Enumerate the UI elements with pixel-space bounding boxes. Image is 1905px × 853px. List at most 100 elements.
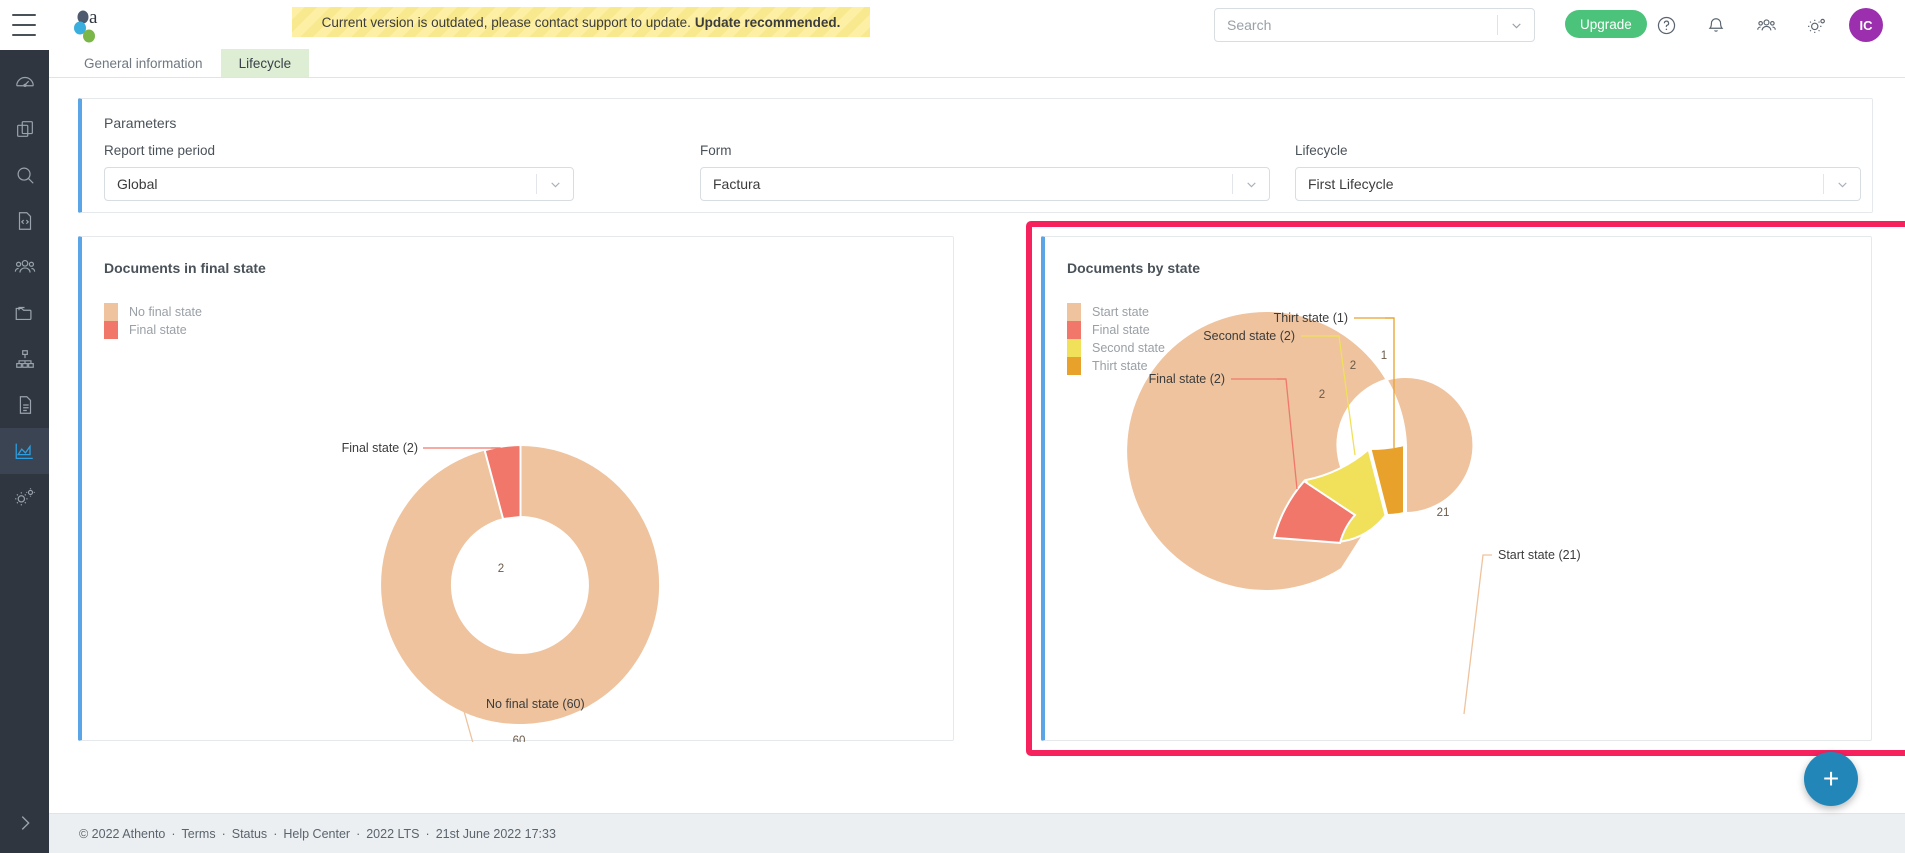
sidebar-item-workflows[interactable]: [0, 336, 49, 382]
search-box[interactable]: [1214, 8, 1535, 42]
sidebar-item-settings[interactable]: [0, 474, 49, 520]
callout-label-thirt-state: Thirt state (1): [1274, 311, 1348, 325]
tab-lifecycle[interactable]: Lifecycle: [221, 49, 310, 77]
sidebar-item-folders[interactable]: [0, 290, 49, 336]
tab-general-information[interactable]: General information: [66, 49, 221, 77]
donut-svg-right: 21 2 2 1 Thirt state (1) Second state (2…: [1045, 237, 1876, 742]
footer-copyright: © 2022 Athento: [79, 827, 165, 841]
parameters-title: Parameters: [104, 115, 176, 131]
chevron-right-icon: [14, 812, 36, 834]
footer-link-status[interactable]: Status: [232, 827, 267, 841]
bell-icon: [1706, 15, 1726, 35]
sidebar-item-reports[interactable]: [0, 428, 49, 474]
sitemap-icon: [14, 348, 36, 370]
user-avatar[interactable]: IC: [1849, 8, 1883, 42]
field-form: Form Factura: [700, 143, 1270, 201]
callout-label-final-state: Final state (2): [1149, 372, 1225, 386]
update-banner: Current version is outdated, please cont…: [292, 7, 870, 37]
footer-link-terms[interactable]: Terms: [182, 827, 216, 841]
search-input[interactable]: [1215, 17, 1497, 33]
search-dropdown-toggle[interactable]: [1498, 19, 1534, 32]
callout-line-start-state: [1464, 555, 1492, 714]
svg-text:a: a: [89, 7, 98, 28]
settings-button[interactable]: [1803, 12, 1829, 38]
document-icon: [14, 394, 36, 416]
help-button[interactable]: [1653, 12, 1679, 38]
footer-timestamp: 21st June 2022 17:33: [436, 827, 556, 841]
upgrade-button[interactable]: Upgrade: [1565, 10, 1647, 38]
sidebar-item-users[interactable]: [0, 244, 49, 290]
report-time-period-label: Report time period: [104, 143, 574, 158]
slice-value-second-state: 2: [1350, 360, 1356, 372]
form-label: Form: [700, 143, 1270, 158]
logo-icon: a: [69, 5, 115, 45]
athento-logo[interactable]: a: [69, 5, 115, 45]
banner-text: Current version is outdated, please cont…: [322, 15, 691, 30]
folder-icon: [13, 302, 36, 324]
callout-label-no-final-state: No final state (60): [486, 697, 585, 711]
chevron-down-icon[interactable]: [537, 178, 573, 191]
left-sidebar: [0, 0, 49, 853]
slice-value-start-state: 21: [1437, 507, 1450, 519]
callout-label-second-state: Second state (2): [1203, 329, 1295, 343]
search-icon: [14, 164, 36, 186]
callout-label-final-state: Final state (2): [342, 441, 418, 455]
slice-value-final-state: 2: [1319, 389, 1325, 401]
field-lifecycle: Lifecycle First Lifecycle: [1295, 143, 1861, 201]
sidebar-item-templates[interactable]: [0, 198, 49, 244]
help-icon: [1656, 15, 1677, 36]
slice-value-final-state: 2: [498, 563, 504, 575]
slice-start-state[interactable]: [1126, 311, 1473, 591]
people-icon: [1755, 15, 1778, 36]
documents-in-final-state-card: Documents in final state No final state …: [78, 236, 954, 741]
lifecycle-label: Lifecycle: [1295, 143, 1861, 158]
donut-svg-left: 60 2 Final state (2) No final state (60): [82, 237, 958, 742]
sidebar-item-search[interactable]: [0, 152, 49, 198]
field-report-time-period: Report time period Global: [104, 143, 574, 201]
lifecycle-select[interactable]: First Lifecycle: [1295, 167, 1861, 201]
sidebar-nav: [0, 50, 49, 793]
chevron-down-icon: [1510, 19, 1523, 32]
slice-value-thirt-state: 1: [1381, 350, 1387, 362]
footer-version: 2022 LTS: [366, 827, 419, 841]
chart-area-icon: [13, 440, 36, 462]
donut-chart-right: 21 2 2 1 Thirt state (1) Second state (2…: [1045, 237, 1871, 740]
banner-bold-text: Update recommended.: [695, 15, 841, 30]
people-button[interactable]: [1753, 12, 1779, 38]
footer-sep: ·: [426, 827, 430, 841]
add-button[interactable]: +: [1804, 752, 1858, 806]
footer-link-help-center[interactable]: Help Center: [283, 827, 350, 841]
settings-gear-icon: [1805, 15, 1828, 36]
callout-label-start-state: Start state (21): [1498, 548, 1581, 562]
gauge-icon: [14, 72, 36, 94]
sidebar-item-dashboard[interactable]: [0, 60, 49, 106]
notifications-button[interactable]: [1703, 12, 1729, 38]
top-bar: a Current version is outdated, please co…: [49, 0, 1905, 50]
lifecycle-value: First Lifecycle: [1296, 176, 1823, 192]
sidebar-expand-button[interactable]: [0, 793, 49, 853]
code-file-icon: [14, 210, 36, 232]
footer-sep: ·: [171, 827, 175, 841]
form-value: Factura: [701, 176, 1232, 192]
chevron-down-icon[interactable]: [1233, 178, 1269, 191]
app-root: a Current version is outdated, please co…: [0, 0, 1905, 853]
report-time-period-select[interactable]: Global: [104, 167, 574, 201]
footer: © 2022 Athento · Terms · Status · Help C…: [49, 813, 1905, 853]
tab-bar: General information Lifecycle: [49, 50, 1905, 78]
footer-sep: ·: [356, 827, 360, 841]
footer-sep: ·: [273, 827, 277, 841]
donut-chart-left: 60 2 Final state (2) No final state (60): [82, 237, 953, 740]
parameters-card: Parameters Report time period Global For…: [78, 98, 1873, 213]
documents-by-state-card: Documents by state Start state Final sta…: [1041, 236, 1872, 741]
footer-sep: ·: [222, 827, 226, 841]
main-content: Parameters Report time period Global For…: [49, 78, 1905, 813]
menu-toggle-button[interactable]: [12, 14, 36, 36]
form-select[interactable]: Factura: [700, 167, 1270, 201]
sidebar-item-documents[interactable]: [0, 106, 49, 152]
copy-documents-icon: [14, 118, 36, 140]
slice-value-no-final-state: 60: [513, 735, 526, 742]
users-icon: [13, 256, 37, 278]
sidebar-item-forms[interactable]: [0, 382, 49, 428]
report-time-period-value: Global: [105, 176, 536, 192]
chevron-down-icon[interactable]: [1824, 178, 1860, 191]
